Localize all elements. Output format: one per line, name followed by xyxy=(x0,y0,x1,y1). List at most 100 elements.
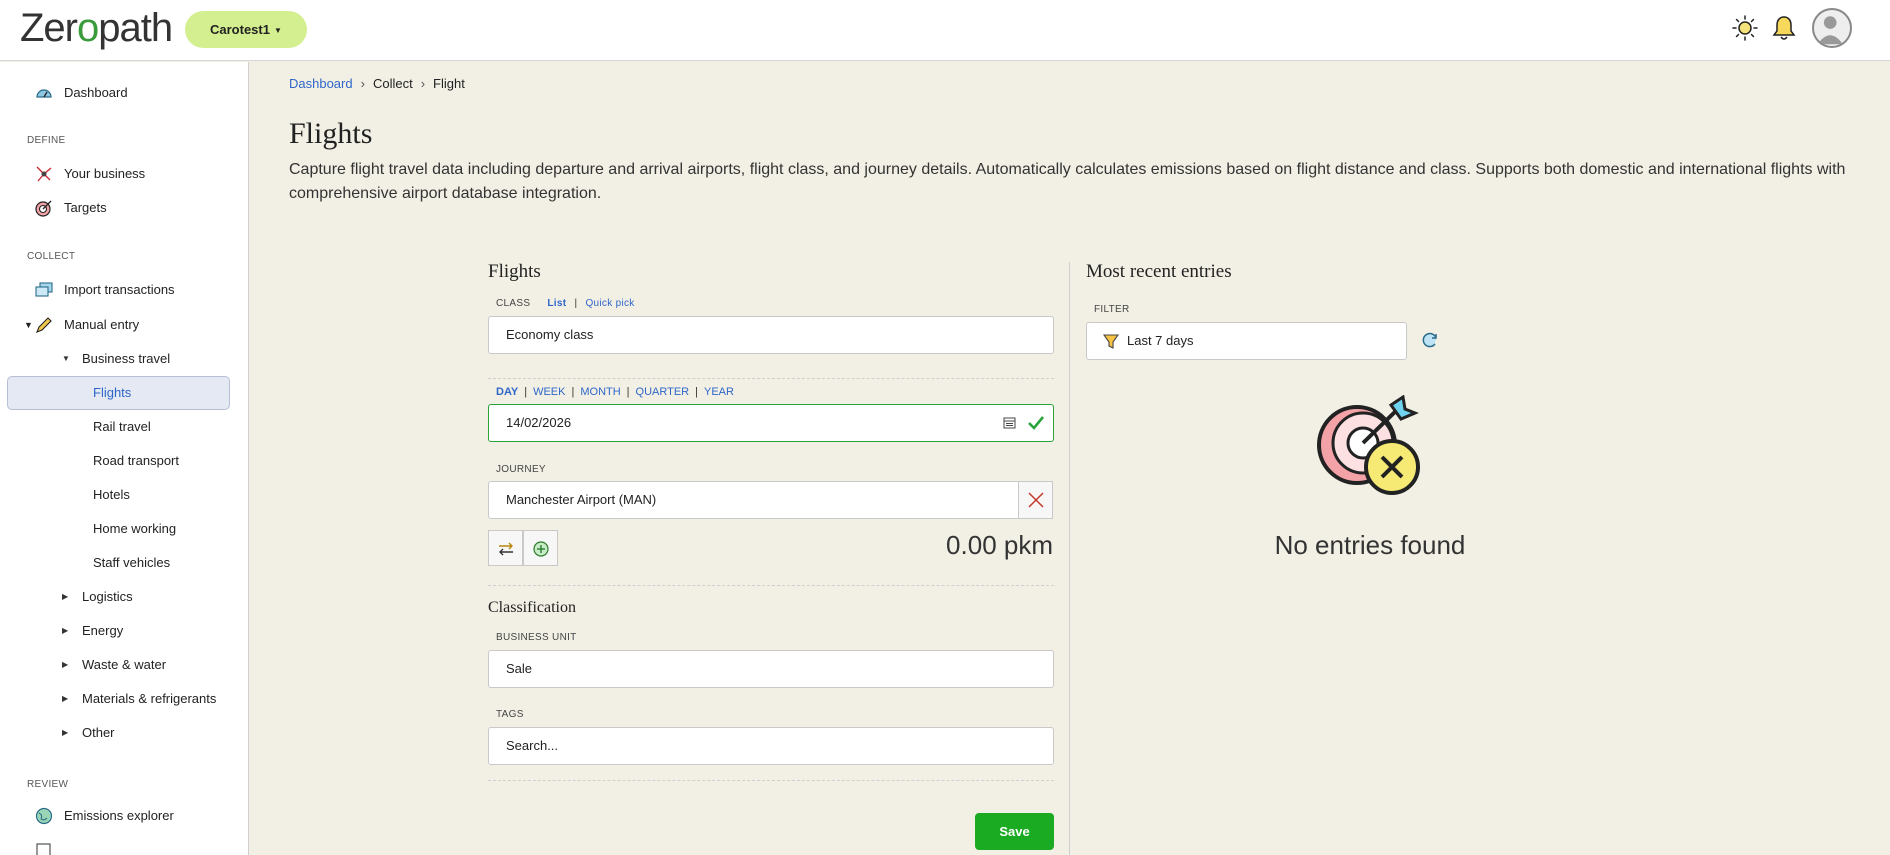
sidebar-item-home-working[interactable]: Home working xyxy=(0,514,248,544)
sidebar-item-rail-travel[interactable]: Rail travel xyxy=(0,412,248,442)
section-collect: COLLECT xyxy=(27,251,76,262)
sidebar-item-label: Rail travel xyxy=(93,419,151,434)
sidebar-item-emissions-explorer[interactable]: Emissions explorer xyxy=(0,800,248,832)
sidebar-item-label: Logistics xyxy=(82,589,133,604)
journey-label: JOURNEY xyxy=(496,464,546,475)
sidebar-item-manual-entry[interactable]: ▼ Manual entry xyxy=(0,309,248,341)
sidebar-item-flights[interactable]: Flights xyxy=(0,378,248,408)
breadcrumb-dashboard[interactable]: Dashboard xyxy=(289,76,353,91)
close-icon xyxy=(1028,492,1044,508)
sun-icon[interactable] xyxy=(1731,14,1759,42)
sidebar-item-business-travel[interactable]: ▼ Business travel xyxy=(0,344,248,374)
sidebar-item-hotels[interactable]: Hotels xyxy=(0,480,248,510)
add-leg-button[interactable] xyxy=(523,530,558,566)
class-label: CLASS List | Quick pick xyxy=(496,298,635,309)
sidebar-item-road-transport[interactable]: Road transport xyxy=(0,446,248,476)
sidebar-item-label: Your business xyxy=(64,166,146,181)
sidebar-item-label: Emissions explorer xyxy=(64,808,174,823)
business-unit-select[interactable]: Sale xyxy=(488,650,1054,688)
funnel-icon xyxy=(1103,334,1119,349)
tags-label: TAGS xyxy=(496,709,524,720)
section-review: REVIEW xyxy=(27,779,69,790)
sidebar-item-label: Road transport xyxy=(93,453,179,468)
sidebar-item-label: Import transactions xyxy=(64,282,175,297)
calendar-icon[interactable] xyxy=(1003,416,1016,429)
page-title: Flights xyxy=(289,117,373,150)
report-icon xyxy=(36,843,51,855)
filter-select[interactable]: Last 7 days xyxy=(1086,322,1407,360)
collapsed-triangle-icon: ▶ xyxy=(62,660,69,669)
panel-divider xyxy=(1069,262,1070,855)
tags-search-input[interactable]: Search... xyxy=(488,727,1054,765)
expand-triangle-icon: ▼ xyxy=(62,354,70,363)
breadcrumb-separator: › xyxy=(420,76,426,91)
user-icon xyxy=(1817,16,1843,45)
check-icon xyxy=(1028,416,1045,430)
divider xyxy=(488,780,1054,781)
date-input[interactable]: 14/02/2026 xyxy=(488,404,1054,442)
no-entries-target-icon xyxy=(1317,395,1420,495)
sidebar-item-label: Other xyxy=(82,725,115,740)
period-selector: DAY | WEEK | MONTH | QUARTER | YEAR xyxy=(496,386,734,398)
period-day[interactable]: DAY xyxy=(496,386,518,398)
period-month[interactable]: MONTH xyxy=(580,386,620,398)
sidebar-item-label: Staff vehicles xyxy=(93,555,171,570)
sidebar-item-your-business[interactable]: Your business xyxy=(0,158,248,190)
breadcrumb-separator: › xyxy=(360,76,365,91)
top-bar: Zeropath Carotest1 ▼ xyxy=(0,0,1890,61)
zeropath-logo[interactable]: Zeropath xyxy=(20,6,173,51)
sidebar-item-label: Dashboard xyxy=(64,85,128,100)
sidebar-item-label: Energy xyxy=(82,623,124,638)
period-week[interactable]: WEEK xyxy=(533,386,565,398)
class-mode-list[interactable]: List xyxy=(547,298,566,309)
sidebar-item-dashboard[interactable]: Dashboard xyxy=(0,77,248,109)
sidebar-item-materials-refrigerants[interactable]: ▶ Materials & refrigerants xyxy=(0,684,248,714)
date-value: 14/02/2026 xyxy=(506,415,572,430)
save-button[interactable]: Save xyxy=(975,813,1054,850)
classification-title: Classification xyxy=(488,599,576,616)
speedometer-icon xyxy=(36,89,52,98)
breadcrumb: Dashboard › Collect › Flight xyxy=(289,76,465,91)
sidebar-item-other[interactable]: ▶ Other xyxy=(0,718,248,748)
swap-button[interactable] xyxy=(488,530,523,566)
class-select[interactable]: Economy class xyxy=(488,316,1054,354)
class-mode-quick-pick[interactable]: Quick pick xyxy=(585,298,634,309)
collapsed-triangle-icon: ▶ xyxy=(62,694,69,703)
filter-label: FILTER xyxy=(1094,304,1130,315)
sidebar-item-label: Home working xyxy=(93,521,177,536)
period-year[interactable]: YEAR xyxy=(704,386,734,398)
bell-icon[interactable] xyxy=(1770,14,1798,42)
pencil-icon xyxy=(36,317,52,333)
sidebar-item-logistics[interactable]: ▶ Logistics xyxy=(0,582,248,612)
swap-arrows-icon xyxy=(499,542,513,556)
sidebar-item-label: Targets xyxy=(64,200,107,215)
collapsed-triangle-icon: ▶ xyxy=(62,592,69,601)
sidebar-item-label: Flights xyxy=(93,385,132,400)
import-icon xyxy=(35,282,53,297)
sidebar: Dashboard DEFINE Your business Targets C… xyxy=(0,62,249,855)
divider xyxy=(488,378,1054,379)
sidebar-item-energy[interactable]: ▶ Energy xyxy=(0,616,248,646)
sidebar-item-import-transactions[interactable]: Import transactions xyxy=(0,274,248,306)
avatar[interactable] xyxy=(1812,8,1852,48)
refresh-icon[interactable] xyxy=(1420,330,1440,350)
filter-value: Last 7 days xyxy=(1127,333,1194,348)
org-label: Carotest1 xyxy=(210,22,270,37)
clear-journey-button[interactable] xyxy=(1018,481,1053,519)
globe-icon xyxy=(35,807,53,825)
sidebar-item-label: Business travel xyxy=(82,351,171,366)
page-description: Capture flight travel data including dep… xyxy=(289,161,1846,202)
period-quarter[interactable]: QUARTER xyxy=(636,386,690,398)
collapsed-triangle-icon: ▶ xyxy=(62,728,69,737)
recent-entries-title: Most recent entries xyxy=(1086,261,1232,282)
section-define: DEFINE xyxy=(27,135,66,146)
sidebar-item-waste-water[interactable]: ▶ Waste & water xyxy=(0,650,248,680)
journey-input[interactable]: Manchester Airport (MAN) xyxy=(488,481,1019,519)
sidebar-item-staff-vehicles[interactable]: Staff vehicles xyxy=(0,548,248,578)
class-mode-separator: | xyxy=(574,298,578,309)
collapsed-triangle-icon: ▶ xyxy=(62,626,69,635)
organisation-dropdown[interactable]: Carotest1 ▼ xyxy=(185,11,307,48)
breadcrumb-collect: Collect xyxy=(372,76,413,91)
sidebar-item-targets[interactable]: Targets xyxy=(0,192,248,224)
empty-state-text: No entries found xyxy=(1274,530,1466,560)
